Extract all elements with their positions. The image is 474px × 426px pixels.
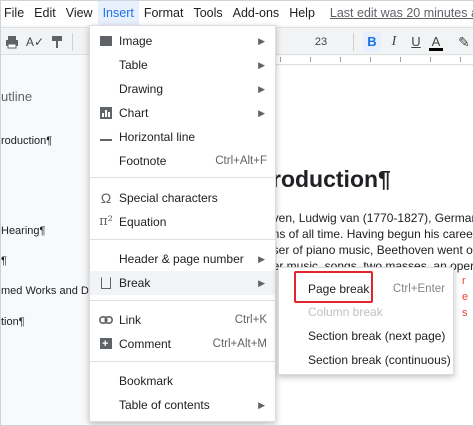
page-break-highlight-box bbox=[294, 271, 373, 303]
submenu-arrow-icon: ▶ bbox=[258, 278, 265, 288]
menu-edit[interactable]: Edit bbox=[29, 1, 61, 25]
menu-divider bbox=[90, 361, 275, 362]
app-window: File Edit View Insert Format Tools Add-o… bbox=[0, 0, 474, 426]
document-text-line: ans of all time. Having begun his caree bbox=[266, 227, 473, 241]
menu-item-label: Header & page number bbox=[119, 252, 244, 266]
menu-item-label: Table of contents bbox=[119, 398, 210, 412]
submenu-arrow-icon: ▶ bbox=[258, 84, 265, 94]
outline-item[interactable]: Hearing¶ bbox=[1, 225, 45, 237]
insert-footnote-item[interactable]: Footnote Ctrl+Alt+F bbox=[90, 149, 275, 173]
submenu-arrow-icon: ▶ bbox=[258, 254, 265, 264]
menu-item-label: Horizontal line bbox=[119, 130, 196, 144]
menu-item-label: Link bbox=[119, 313, 142, 327]
text-color-button[interactable]: A bbox=[429, 32, 443, 52]
outline-item[interactable]: roduction¶ bbox=[1, 135, 52, 147]
underline-button[interactable]: U bbox=[409, 32, 423, 52]
menubar: File Edit View Insert Format Tools Add-o… bbox=[1, 1, 473, 25]
spelling-mark: r bbox=[462, 275, 466, 287]
link-icon bbox=[98, 308, 114, 332]
column-break-item: Column break bbox=[279, 300, 453, 324]
toolbar-divider bbox=[353, 33, 354, 51]
image-icon bbox=[98, 29, 114, 54]
insert-header-page-number-item[interactable]: Header & page number ▶ bbox=[90, 247, 275, 271]
menu-file[interactable]: File bbox=[1, 1, 29, 25]
insert-table-item[interactable]: Table ▶ bbox=[90, 53, 275, 77]
chart-icon bbox=[98, 101, 114, 127]
menu-format[interactable]: Format bbox=[139, 1, 189, 25]
menu-item-label: Column break bbox=[308, 305, 383, 319]
outline-item[interactable]: med Works and De bbox=[1, 285, 95, 297]
menu-tools[interactable]: Tools bbox=[188, 1, 227, 25]
last-edit-link[interactable]: Last edit was 20 minutes ago bbox=[330, 6, 473, 20]
bold-button[interactable]: B bbox=[363, 32, 381, 52]
print-icon[interactable] bbox=[4, 32, 20, 52]
menu-addons[interactable]: Add-ons bbox=[228, 1, 285, 25]
section-break-continuous-item[interactable]: Section break (continuous) bbox=[279, 348, 453, 372]
spellcheck-icon[interactable]: A✓ bbox=[26, 32, 44, 52]
insert-horizontal-line-item[interactable]: Horizontal line bbox=[90, 125, 275, 149]
submenu-arrow-icon: ▶ bbox=[258, 36, 265, 46]
shortcut-label: Ctrl+Enter bbox=[392, 283, 445, 295]
insert-drawing-item[interactable]: Drawing ▶ bbox=[90, 77, 275, 101]
shortcut-label: Ctrl+Alt+F bbox=[215, 155, 267, 167]
spelling-mark: e bbox=[462, 291, 469, 303]
menu-view[interactable]: View bbox=[61, 1, 98, 25]
horizontal-line-icon bbox=[98, 125, 114, 149]
menu-item-label: Image bbox=[119, 34, 153, 48]
submenu-arrow-icon: ▶ bbox=[258, 108, 265, 118]
menu-divider bbox=[90, 239, 275, 240]
text-color-label: A bbox=[431, 34, 441, 49]
insert-image-item[interactable]: Image ▶ bbox=[90, 29, 275, 53]
insert-equation-item[interactable]: π² Equation bbox=[90, 210, 275, 234]
menu-item-label: Section break (continuous) bbox=[308, 353, 451, 367]
submenu-arrow-icon: ▶ bbox=[258, 400, 265, 410]
menu-help[interactable]: Help bbox=[284, 1, 320, 25]
menu-item-label: Footnote bbox=[119, 154, 167, 168]
text-color-swatch bbox=[429, 48, 443, 51]
italic-button[interactable]: I bbox=[387, 32, 401, 52]
menu-item-label: Comment bbox=[119, 337, 172, 351]
menu-divider bbox=[90, 177, 275, 178]
document-outline: utline roduction¶ Hearing¶ ¶ med Works a… bbox=[1, 65, 95, 425]
shortcut-label: Ctrl+Alt+M bbox=[212, 338, 267, 350]
insert-bookmark-item[interactable]: Bookmark bbox=[90, 369, 275, 393]
menu-divider bbox=[90, 300, 275, 301]
insert-special-characters-item[interactable]: Ω Special characters bbox=[90, 186, 275, 210]
insert-link-item[interactable]: Link Ctrl+K bbox=[90, 308, 275, 332]
font-size-field[interactable]: 23 bbox=[306, 32, 336, 52]
menu-insert[interactable]: Insert bbox=[97, 1, 139, 25]
insert-break-item[interactable]: Break ▶ bbox=[90, 271, 275, 295]
document-text-line: oser of piano music, Beethoven went on bbox=[266, 243, 474, 257]
pi-icon: π² bbox=[99, 214, 113, 229]
break-icon bbox=[98, 271, 114, 297]
outline-item[interactable]: ¶ bbox=[1, 255, 7, 267]
insert-comment-item[interactable]: Comment Ctrl+Alt+M bbox=[90, 332, 275, 356]
menu-item-label: Bookmark bbox=[119, 374, 174, 388]
toolbar-divider bbox=[72, 33, 73, 51]
menu-item-label: Chart bbox=[119, 106, 149, 120]
omega-icon: Ω bbox=[100, 190, 112, 206]
horizontal-ruler[interactable] bbox=[266, 56, 473, 65]
submenu-arrow-icon: ▶ bbox=[258, 60, 265, 70]
menu-item-label: Drawing bbox=[119, 82, 164, 96]
menu-item-label: Table bbox=[119, 58, 148, 72]
menu-item-label: Break bbox=[119, 276, 151, 290]
insert-table-of-contents-item[interactable]: Table of contents ▶ bbox=[90, 393, 275, 417]
outline-title: utline bbox=[1, 89, 33, 104]
document-heading: roduction¶ bbox=[272, 166, 391, 192]
comment-icon bbox=[98, 332, 114, 357]
highlight-pen-icon[interactable]: ✎ bbox=[457, 32, 471, 52]
menu-item-label: Special characters bbox=[119, 191, 218, 205]
menu-item-label: Section break (next page) bbox=[308, 329, 446, 343]
spelling-mark: s bbox=[462, 307, 468, 319]
paint-format-icon[interactable] bbox=[49, 32, 65, 52]
menu-item-label: Equation bbox=[119, 215, 167, 229]
section-break-next-page-item[interactable]: Section break (next page) bbox=[279, 324, 453, 348]
document-text-line: oven, Ludwig van (1770-1827), German bbox=[266, 211, 474, 225]
insert-chart-item[interactable]: Chart ▶ bbox=[90, 101, 275, 125]
shortcut-label: Ctrl+K bbox=[234, 314, 267, 326]
outline-item[interactable]: tion¶ bbox=[1, 316, 25, 328]
insert-menu: Image ▶ Table ▶ Drawing ▶ Chart ▶ Horizo… bbox=[89, 25, 276, 422]
